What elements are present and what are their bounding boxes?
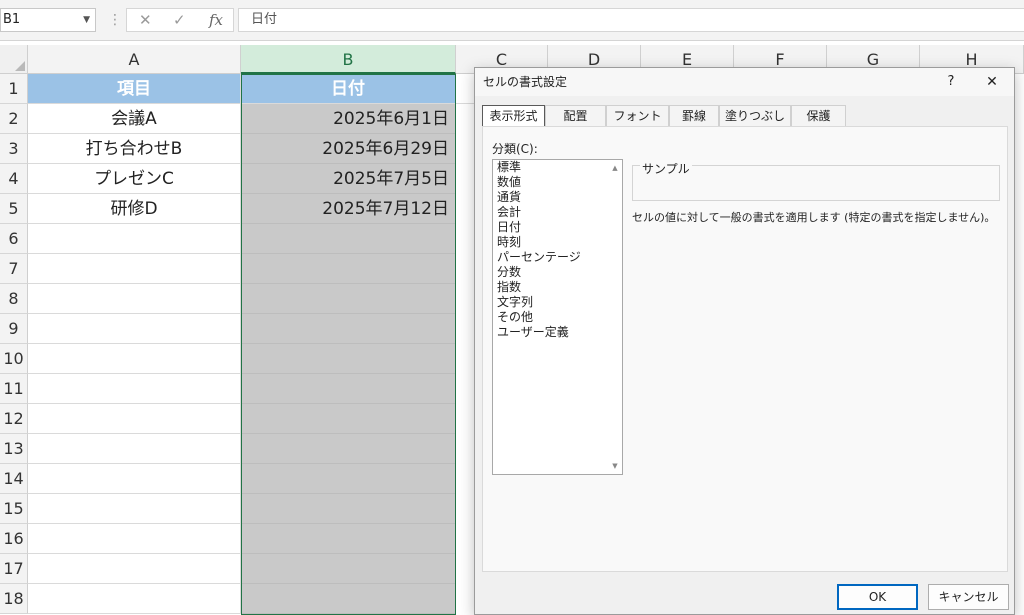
cell-b16[interactable] bbox=[241, 524, 456, 554]
list-item[interactable]: 会計 bbox=[493, 205, 622, 220]
cell-a4[interactable]: プレゼンC bbox=[28, 164, 241, 194]
cell-b2[interactable]: 2025年6月1日 bbox=[241, 104, 456, 134]
formula-input[interactable]: 日付 bbox=[238, 8, 1024, 32]
formula-buttons: ✕ ✓ fx bbox=[126, 8, 234, 32]
cell-b5[interactable]: 2025年7月12日 bbox=[241, 194, 456, 224]
cell-b4[interactable]: 2025年7月5日 bbox=[241, 164, 456, 194]
list-item[interactable]: 分数 bbox=[493, 265, 622, 280]
help-icon[interactable]: ? bbox=[941, 68, 961, 96]
cancel-button[interactable]: キャンセル bbox=[928, 584, 1009, 610]
row-header-14[interactable]: 14 bbox=[0, 464, 28, 494]
dialog-title: セルの書式設定 bbox=[475, 68, 1014, 96]
row-header-3[interactable]: 3 bbox=[0, 134, 28, 164]
cell-a13[interactable] bbox=[28, 434, 241, 464]
list-item[interactable]: 日付 bbox=[493, 220, 622, 235]
cell-b13[interactable] bbox=[241, 434, 456, 464]
cell-b9[interactable] bbox=[241, 314, 456, 344]
row-header-1[interactable]: 1 bbox=[0, 74, 28, 104]
tab-number-format[interactable]: 表示形式 bbox=[482, 105, 545, 127]
cell-b1[interactable]: 日付 bbox=[241, 74, 456, 104]
list-item[interactable]: 通貨 bbox=[493, 190, 622, 205]
column-header-b[interactable]: B bbox=[241, 45, 456, 74]
list-item[interactable]: 指数 bbox=[493, 280, 622, 295]
format-cells-dialog: セルの書式設定 ? ✕ 表示形式 配置 フォント 罫線 塗りつぶし 保護 分類(… bbox=[474, 67, 1015, 615]
tab-protection[interactable]: 保護 bbox=[791, 105, 846, 126]
row-header-17[interactable]: 17 bbox=[0, 554, 28, 584]
sample-label: サンプル bbox=[640, 160, 692, 177]
cell-b3[interactable]: 2025年6月29日 bbox=[241, 134, 456, 164]
row-header-10[interactable]: 10 bbox=[0, 344, 28, 374]
more-options-icon: ⋮ bbox=[108, 12, 122, 28]
name-box[interactable]: B1 ▼ bbox=[0, 8, 96, 32]
cell-b14[interactable] bbox=[241, 464, 456, 494]
cell-a10[interactable] bbox=[28, 344, 241, 374]
list-item[interactable]: 標準 bbox=[493, 160, 622, 175]
cell-b6[interactable] bbox=[241, 224, 456, 254]
cell-a12[interactable] bbox=[28, 404, 241, 434]
cell-a3[interactable]: 打ち合わせB bbox=[28, 134, 241, 164]
list-item[interactable]: ユーザー定義 bbox=[493, 325, 622, 340]
listbox-scrollbar[interactable]: ▲ ▼ bbox=[608, 160, 622, 474]
row-header-9[interactable]: 9 bbox=[0, 314, 28, 344]
row-header-18[interactable]: 18 bbox=[0, 584, 28, 614]
format-description: セルの値に対して一般の書式を適用します (特定の書式を指定しません)。 bbox=[632, 211, 996, 224]
row-header-12[interactable]: 12 bbox=[0, 404, 28, 434]
cell-a8[interactable] bbox=[28, 284, 241, 314]
cancel-icon[interactable]: ✕ bbox=[139, 9, 152, 31]
cell-b18[interactable] bbox=[241, 584, 456, 614]
cell-a9[interactable] bbox=[28, 314, 241, 344]
tab-font[interactable]: フォント bbox=[606, 105, 669, 126]
select-all-button[interactable] bbox=[0, 45, 28, 74]
row-header-7[interactable]: 7 bbox=[0, 254, 28, 284]
cell-b8[interactable] bbox=[241, 284, 456, 314]
category-label: 分類(C): bbox=[492, 142, 538, 156]
column-header-a[interactable]: A bbox=[28, 45, 241, 74]
insert-function-icon[interactable]: fx bbox=[209, 9, 223, 31]
row-header-13[interactable]: 13 bbox=[0, 434, 28, 464]
cell-a1[interactable]: 項目 bbox=[28, 74, 241, 104]
list-item[interactable]: パーセンテージ bbox=[493, 250, 622, 265]
cell-a16[interactable] bbox=[28, 524, 241, 554]
name-box-value: B1 bbox=[3, 12, 21, 27]
formula-bar: B1 ▼ ⋮ ✕ ✓ fx 日付 bbox=[0, 0, 1024, 41]
row-header-4[interactable]: 4 bbox=[0, 164, 28, 194]
cell-a2[interactable]: 会議A bbox=[28, 104, 241, 134]
tab-fill[interactable]: 塗りつぶし bbox=[719, 105, 791, 126]
number-format-panel: 分類(C): 標準 数値 通貨 会計 日付 時刻 パーセンテージ 分数 指数 文… bbox=[482, 126, 1008, 572]
row-header-5[interactable]: 5 bbox=[0, 194, 28, 224]
cell-b7[interactable] bbox=[241, 254, 456, 284]
cell-a14[interactable] bbox=[28, 464, 241, 494]
list-item[interactable]: その他 bbox=[493, 310, 622, 325]
cell-a5[interactable]: 研修D bbox=[28, 194, 241, 224]
tab-border[interactable]: 罫線 bbox=[669, 105, 719, 126]
cell-a18[interactable] bbox=[28, 584, 241, 614]
close-icon[interactable]: ✕ bbox=[981, 68, 1003, 96]
cell-a17[interactable] bbox=[28, 554, 241, 584]
chevron-down-icon[interactable]: ▼ bbox=[83, 9, 90, 31]
scroll-up-icon[interactable]: ▲ bbox=[608, 164, 622, 172]
list-item[interactable]: 時刻 bbox=[493, 235, 622, 250]
list-item[interactable]: 文字列 bbox=[493, 295, 622, 310]
cell-b11[interactable] bbox=[241, 374, 456, 404]
cell-a7[interactable] bbox=[28, 254, 241, 284]
tab-alignment[interactable]: 配置 bbox=[545, 105, 606, 126]
row-header-16[interactable]: 16 bbox=[0, 524, 28, 554]
row-header-8[interactable]: 8 bbox=[0, 284, 28, 314]
row-header-11[interactable]: 11 bbox=[0, 374, 28, 404]
list-item[interactable]: 数値 bbox=[493, 175, 622, 190]
scroll-down-icon[interactable]: ▼ bbox=[608, 462, 622, 470]
enter-icon[interactable]: ✓ bbox=[173, 9, 186, 31]
cell-a6[interactable] bbox=[28, 224, 241, 254]
category-listbox[interactable]: 標準 数値 通貨 会計 日付 時刻 パーセンテージ 分数 指数 文字列 その他 … bbox=[492, 159, 623, 475]
cell-b10[interactable] bbox=[241, 344, 456, 374]
cell-b12[interactable] bbox=[241, 404, 456, 434]
cell-b15[interactable] bbox=[241, 494, 456, 524]
row-header-2[interactable]: 2 bbox=[0, 104, 28, 134]
cell-a11[interactable] bbox=[28, 374, 241, 404]
cell-a15[interactable] bbox=[28, 494, 241, 524]
cell-b17[interactable] bbox=[241, 554, 456, 584]
ok-button[interactable]: OK bbox=[837, 584, 918, 610]
row-header-15[interactable]: 15 bbox=[0, 494, 28, 524]
row-header-6[interactable]: 6 bbox=[0, 224, 28, 254]
